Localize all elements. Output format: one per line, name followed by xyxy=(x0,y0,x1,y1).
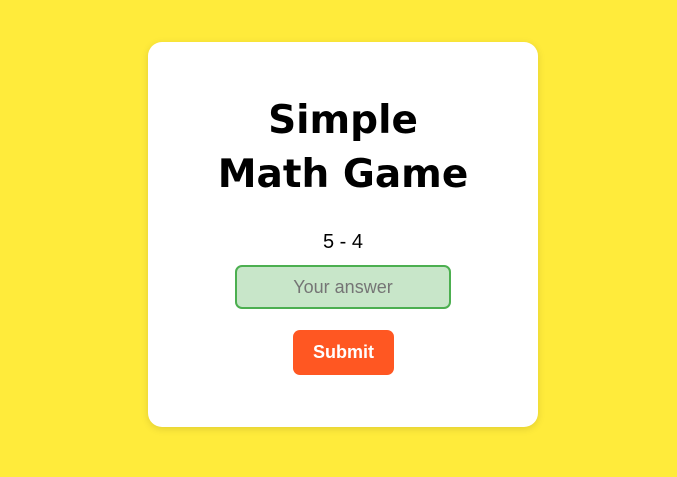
submit-button[interactable]: Submit xyxy=(293,330,394,375)
game-card: Simple Math Game 5 - 4 Submit xyxy=(148,42,538,427)
math-question: 5 - 4 xyxy=(322,231,364,253)
answer-input[interactable] xyxy=(235,265,451,309)
page-title: Simple Math Game xyxy=(217,98,469,197)
